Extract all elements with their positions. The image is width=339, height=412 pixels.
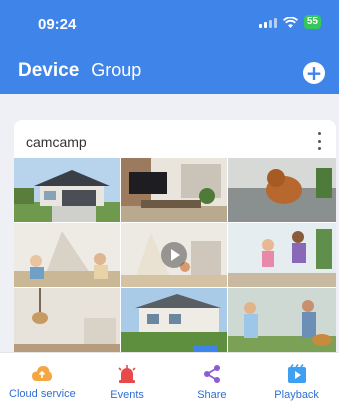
- tab-device[interactable]: Device: [18, 60, 79, 82]
- bottom-item-label: Events: [110, 389, 144, 401]
- add-device-button[interactable]: +: [303, 62, 325, 84]
- bottom-navigation: Cloud service Events Share Playback: [0, 352, 339, 412]
- nav-tabs: Device Group: [18, 60, 141, 82]
- thumbnail-house-garage[interactable]: [14, 158, 120, 222]
- app-header: 09:24 55 Device Group +: [0, 0, 339, 94]
- thumbnail-room-lamp[interactable]: [14, 288, 120, 358]
- playback-button[interactable]: Playback: [255, 364, 339, 401]
- thumbnail-living-room[interactable]: [121, 158, 227, 222]
- share-icon: [203, 365, 220, 383]
- vertical-dots-icon[interactable]: [316, 132, 322, 150]
- signal-icon: [258, 16, 277, 28]
- playback-icon: [287, 364, 306, 383]
- alarm-siren-icon: [118, 365, 136, 383]
- events-button[interactable]: Events: [85, 364, 169, 401]
- cloud-upload-icon: [32, 366, 53, 381]
- wifi-icon: [282, 16, 298, 28]
- cloud-service-button[interactable]: Cloud service: [0, 365, 84, 400]
- tab-group[interactable]: Group: [91, 60, 141, 81]
- thumbnail-dog-sofa[interactable]: [228, 158, 336, 222]
- play-button[interactable]: [161, 242, 187, 268]
- thumbnail-kids-room[interactable]: [121, 223, 227, 287]
- thumbnail-kids-tent[interactable]: [14, 223, 120, 287]
- thumbnail-kids-jumping[interactable]: [228, 223, 336, 287]
- bottom-item-label: Playback: [274, 389, 319, 401]
- bottom-item-label: Cloud service: [9, 388, 76, 400]
- battery-icon: 55: [303, 15, 321, 29]
- share-button[interactable]: Share: [170, 364, 254, 401]
- thumbnail-family-yard[interactable]: [228, 288, 336, 358]
- device-name: camcamp: [26, 134, 87, 150]
- status-icons: 55: [258, 15, 321, 29]
- status-time: 09:24: [38, 16, 77, 33]
- camera-thumbnail-grid[interactable]: [14, 158, 336, 360]
- bottom-item-label: Share: [197, 389, 227, 401]
- thumbnail-house-exterior[interactable]: [121, 288, 227, 358]
- plus-circle-icon: +: [305, 61, 323, 85]
- device-card[interactable]: camcamp: [14, 120, 336, 360]
